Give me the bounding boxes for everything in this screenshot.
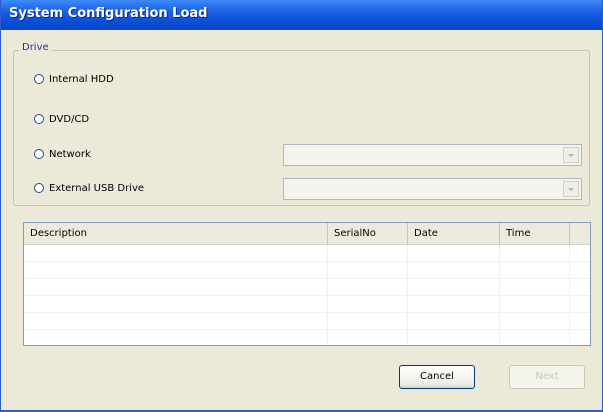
list-header: Description SerialNo Date Time: [24, 223, 590, 245]
radio-button-icon[interactable]: [34, 183, 44, 193]
column-header-date[interactable]: Date: [408, 223, 500, 245]
column-header-serialno[interactable]: SerialNo: [328, 223, 408, 245]
title-bar[interactable]: System Configuration Load: [1, 0, 602, 30]
column-divider: [327, 245, 328, 345]
list-row[interactable]: [24, 279, 590, 296]
column-divider: [569, 245, 570, 345]
radio-label-internal-hdd: Internal HDD: [49, 73, 114, 85]
radio-network[interactable]: Network: [34, 146, 91, 162]
list-row[interactable]: [24, 313, 590, 330]
configuration-list[interactable]: Description SerialNo Date Time: [23, 222, 591, 346]
network-select[interactable]: [283, 144, 582, 166]
chevron-down-icon: [568, 153, 574, 157]
column-divider: [499, 245, 500, 345]
radio-external-usb-drive[interactable]: External USB Drive: [34, 180, 144, 196]
next-button[interactable]: Next: [509, 365, 585, 389]
window-title: System Configuration Load: [9, 6, 208, 21]
usb-drive-select[interactable]: [283, 178, 582, 200]
chevron-down-icon: [568, 187, 574, 191]
list-row[interactable]: [24, 245, 590, 262]
column-divider: [407, 245, 408, 345]
column-header-time[interactable]: Time: [500, 223, 570, 245]
column-header-description[interactable]: Description: [24, 223, 328, 245]
radio-label-external-usb-drive: External USB Drive: [49, 182, 145, 194]
list-rows: [24, 245, 590, 345]
radio-button-icon[interactable]: [34, 149, 44, 159]
drive-group-legend: Drive: [19, 42, 52, 53]
cancel-button[interactable]: Cancel: [399, 365, 475, 389]
radio-dvd-cd[interactable]: DVD/CD: [34, 111, 89, 127]
system-configuration-load-dialog: System Configuration Load Drive Internal…: [0, 0, 603, 412]
radio-button-icon[interactable]: [34, 114, 44, 124]
radio-label-dvd-cd: DVD/CD: [49, 113, 90, 125]
network-select-dropdown-button[interactable]: [563, 147, 579, 163]
list-row[interactable]: [24, 262, 590, 279]
radio-internal-hdd[interactable]: Internal HDD: [34, 71, 114, 87]
list-row[interactable]: [24, 296, 590, 313]
radio-button-icon[interactable]: [34, 74, 44, 84]
radio-label-network: Network: [49, 148, 91, 160]
usb-select-dropdown-button[interactable]: [563, 181, 579, 197]
